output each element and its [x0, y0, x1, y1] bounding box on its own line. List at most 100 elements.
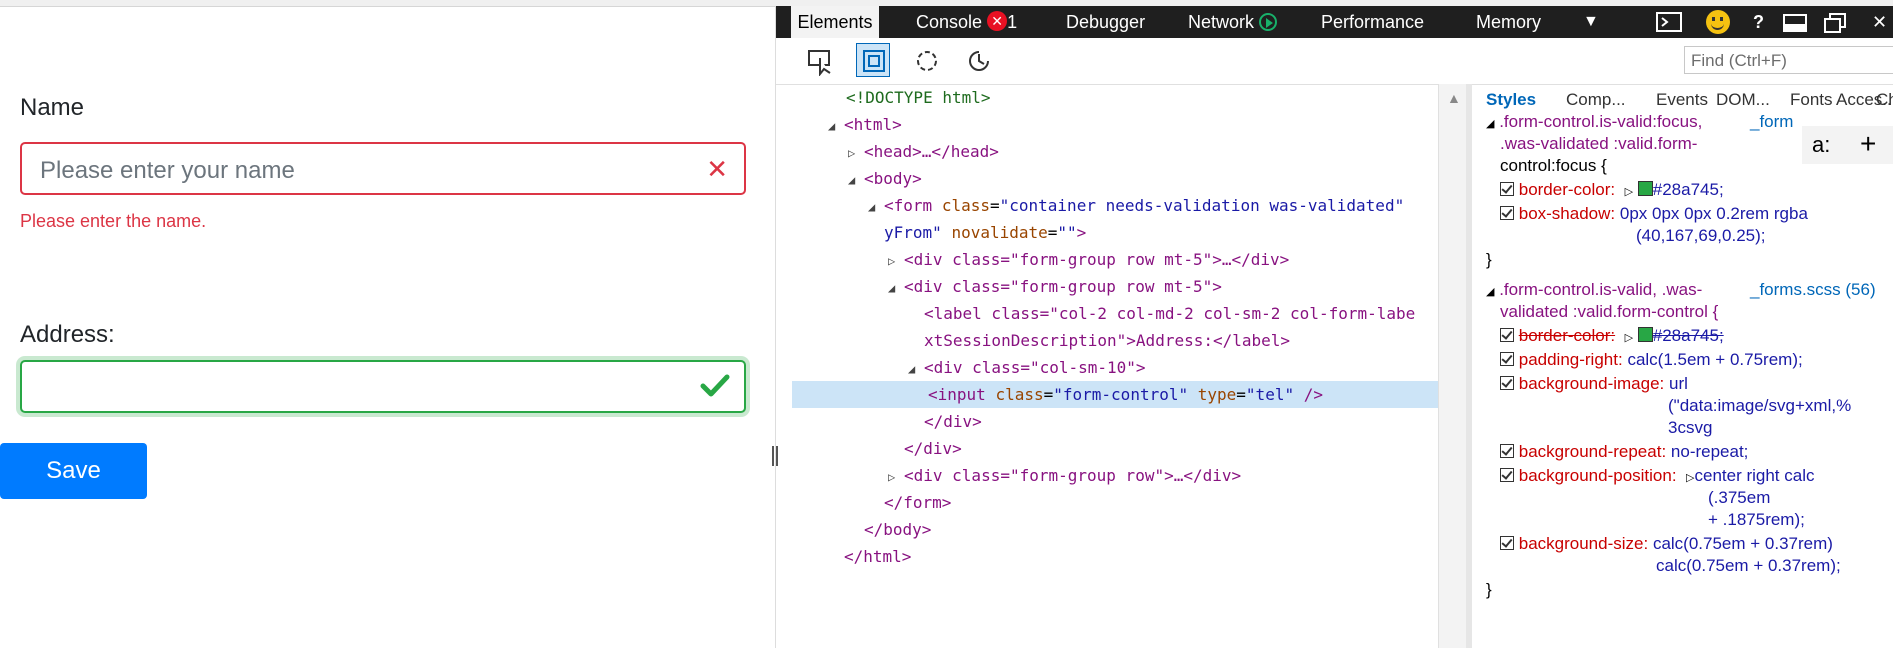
head-tag: <head>…</head>	[864, 142, 999, 161]
dom-node-input-selected[interactable]: <input class="form-control" type="tel" /…	[792, 381, 1438, 408]
div4-tag: <div class="form-group row">…</div>	[904, 466, 1242, 485]
tab-performance[interactable]: Performance	[1321, 6, 1424, 38]
more-tabs-icon[interactable]: ▼	[1583, 6, 1599, 38]
rule2-selector[interactable]: ◢ .form-control.is-valid, .was-	[1486, 280, 1702, 300]
property-checkbox[interactable]	[1500, 328, 1514, 342]
dom-node-div3[interactable]: ◢ <div class="col-sm-10">	[792, 354, 1438, 381]
undock-icon[interactable]	[1824, 13, 1846, 33]
tab-debugger-label: Debugger	[1066, 12, 1146, 32]
tab-console[interactable]: Console ✕ 1	[916, 6, 1017, 38]
property-checkbox[interactable]	[1500, 206, 1514, 220]
devtools-tabbar: Elements Console ✕ 1 Debugger Network Per…	[776, 6, 1893, 38]
input-type-value: "tel"	[1245, 385, 1295, 404]
refresh-icon[interactable]	[912, 46, 942, 76]
expanded-triangle-icon[interactable]: ◢	[908, 356, 924, 383]
tab-network[interactable]: Network	[1188, 6, 1278, 38]
dom-node-div2-close[interactable]: </div>	[792, 435, 1438, 462]
feedback-smiley-icon[interactable]	[1706, 10, 1730, 34]
touch-icon[interactable]	[964, 46, 994, 76]
rule2-source-link[interactable]: _forms.scss (56)	[1750, 280, 1876, 300]
scroll-up-icon[interactable]: ▲	[1447, 90, 1461, 106]
tab-memory[interactable]: Memory	[1476, 6, 1541, 38]
dom-node-div1[interactable]: ▷ <div class="form-group row mt-5">…</div…	[792, 246, 1438, 273]
dom-node-label[interactable]: <label class="col-2 col-md-2 col-sm-2 co…	[792, 300, 1438, 327]
error-icon: ✕	[987, 11, 1008, 31]
rule2-prop-padding-right[interactable]: padding-right: calc(1.5em + 0.75rem);	[1500, 350, 1803, 370]
tab-dom-breakpoints[interactable]: DOM...	[1716, 90, 1770, 110]
rule1-selector[interactable]: ◢ .form-control.is-valid:focus,	[1486, 112, 1702, 132]
name-placeholder: Please enter your name	[40, 157, 295, 184]
property-checkbox[interactable]	[1500, 376, 1514, 390]
close-devtools-icon[interactable]: ✕	[1872, 6, 1887, 38]
help-icon[interactable]: ?	[1753, 6, 1764, 38]
rule1-prop-box-shadow[interactable]: box-shadow: 0px 0px 0px 0.2rem rgba	[1500, 204, 1808, 224]
pseudo-state-toolbar: a: +	[1802, 126, 1893, 164]
tab-styles[interactable]: Styles	[1486, 90, 1536, 110]
dom-scrollbar[interactable]: ▲	[1438, 84, 1467, 648]
collapsed-triangle-icon[interactable]: ▷	[848, 140, 864, 167]
toggle-pseudo-states-button[interactable]: a:	[1812, 132, 1830, 158]
expanded-triangle-icon[interactable]: ◢	[868, 194, 884, 221]
dom-node-div3-close[interactable]: </div>	[792, 408, 1438, 435]
expanded-triangle-icon[interactable]: ◢	[848, 167, 864, 194]
rule2-prop-background-image[interactable]: background-image: url	[1500, 374, 1688, 394]
select-element-icon[interactable]	[806, 46, 836, 76]
dom-node-div2[interactable]: ◢ <div class="form-group row mt-5">	[792, 273, 1438, 300]
save-button[interactable]: Save	[0, 443, 147, 499]
expanded-triangle-icon[interactable]: ◢	[888, 275, 904, 302]
highlight-box-icon[interactable]	[856, 43, 890, 77]
collapsed-triangle-icon[interactable]: ▷	[888, 464, 904, 491]
collapsed-triangle-icon[interactable]: ▷	[888, 248, 904, 275]
dom-node-div4[interactable]: ▷ <div class="form-group row">…</div>	[792, 462, 1438, 489]
property-checkbox[interactable]	[1500, 536, 1514, 550]
div2-close-tag: </div>	[904, 439, 962, 458]
rule2-prop-background-size[interactable]: background-size: calc(0.75em + 0.37rem)	[1500, 534, 1833, 554]
dom-node-body-close[interactable]: </body>	[792, 516, 1438, 543]
rule1-prop-border-color[interactable]: border-color: ▷ #28a745;	[1500, 180, 1724, 200]
property-checkbox[interactable]	[1500, 468, 1514, 482]
expanded-triangle-icon[interactable]: ◢	[828, 113, 844, 140]
div1-tag: <div class="form-group row mt-5">…</div>	[904, 250, 1290, 269]
dom-node-html-close[interactable]: </html>	[792, 543, 1438, 570]
dom-node-html[interactable]: ◢ <html>	[792, 111, 1438, 138]
body-close-tag: </body>	[864, 520, 932, 539]
dom-node-form[interactable]: ◢ <form class="container needs-validation…	[792, 192, 1438, 219]
tab-fonts[interactable]: Fonts	[1790, 90, 1833, 110]
dom-node-label-cont[interactable]: xtSessionDescription">Address:</label>	[792, 327, 1438, 354]
name-input[interactable]: Please enter your name ✕	[20, 142, 746, 195]
tab-debugger[interactable]: Debugger	[1066, 6, 1145, 38]
console-drawer-icon[interactable]	[1656, 12, 1682, 32]
address-input[interactable]	[20, 360, 746, 413]
devtools-panel: Elements Console ✕ 1 Debugger Network Per…	[772, 6, 1893, 648]
property-checkbox[interactable]	[1500, 444, 1514, 458]
tab-changes[interactable]: Cha	[1876, 90, 1893, 110]
tab-console-label: Console	[916, 12, 983, 32]
dom-node-body[interactable]: ◢ <body>	[792, 165, 1438, 192]
color-swatch[interactable]	[1637, 327, 1653, 342]
prop-value: calc(0.75em + 0.37rem)	[1652, 534, 1833, 553]
prop-name: background-repeat:	[1518, 442, 1667, 461]
add-rule-button[interactable]: +	[1860, 128, 1876, 160]
dom-node-head[interactable]: ▷ <head>…</head>	[792, 138, 1438, 165]
property-checkbox[interactable]	[1500, 182, 1514, 196]
rule2-prop-background-position[interactable]: background-position: ▷center right calc	[1500, 466, 1814, 486]
page-devtools-resize-handle[interactable]	[772, 446, 778, 466]
dock-icon[interactable]	[1783, 14, 1807, 32]
property-checkbox[interactable]	[1500, 352, 1514, 366]
tab-computed[interactable]: Comp...	[1566, 90, 1626, 110]
prop-value: #28a745;	[1652, 180, 1724, 199]
rule2-prop-border-color-overridden[interactable]: border-color: ▷ #28a745;	[1500, 326, 1724, 346]
dom-node-form-cont[interactable]: yFrom" novalidate="">	[792, 219, 1438, 246]
rule2-prop-background-repeat[interactable]: background-repeat: no-repeat;	[1500, 442, 1748, 462]
tab-elements[interactable]: Elements	[791, 6, 879, 38]
color-swatch[interactable]	[1637, 181, 1653, 196]
dom-node-form-close[interactable]: </form>	[792, 489, 1438, 516]
rule1-source-link[interactable]: _form	[1750, 112, 1793, 132]
dom-node-doctype[interactable]: <!DOCTYPE html>	[792, 84, 1438, 111]
form-close-tag: </form>	[884, 493, 952, 512]
prop-name: background-size:	[1518, 534, 1649, 553]
tab-events[interactable]: Events	[1656, 90, 1708, 110]
find-input[interactable]: Find (Ctrl+F)	[1684, 46, 1893, 74]
rule2-selector-line2: validated :valid.form-control {	[1500, 302, 1719, 321]
prop-name: box-shadow:	[1518, 204, 1616, 223]
